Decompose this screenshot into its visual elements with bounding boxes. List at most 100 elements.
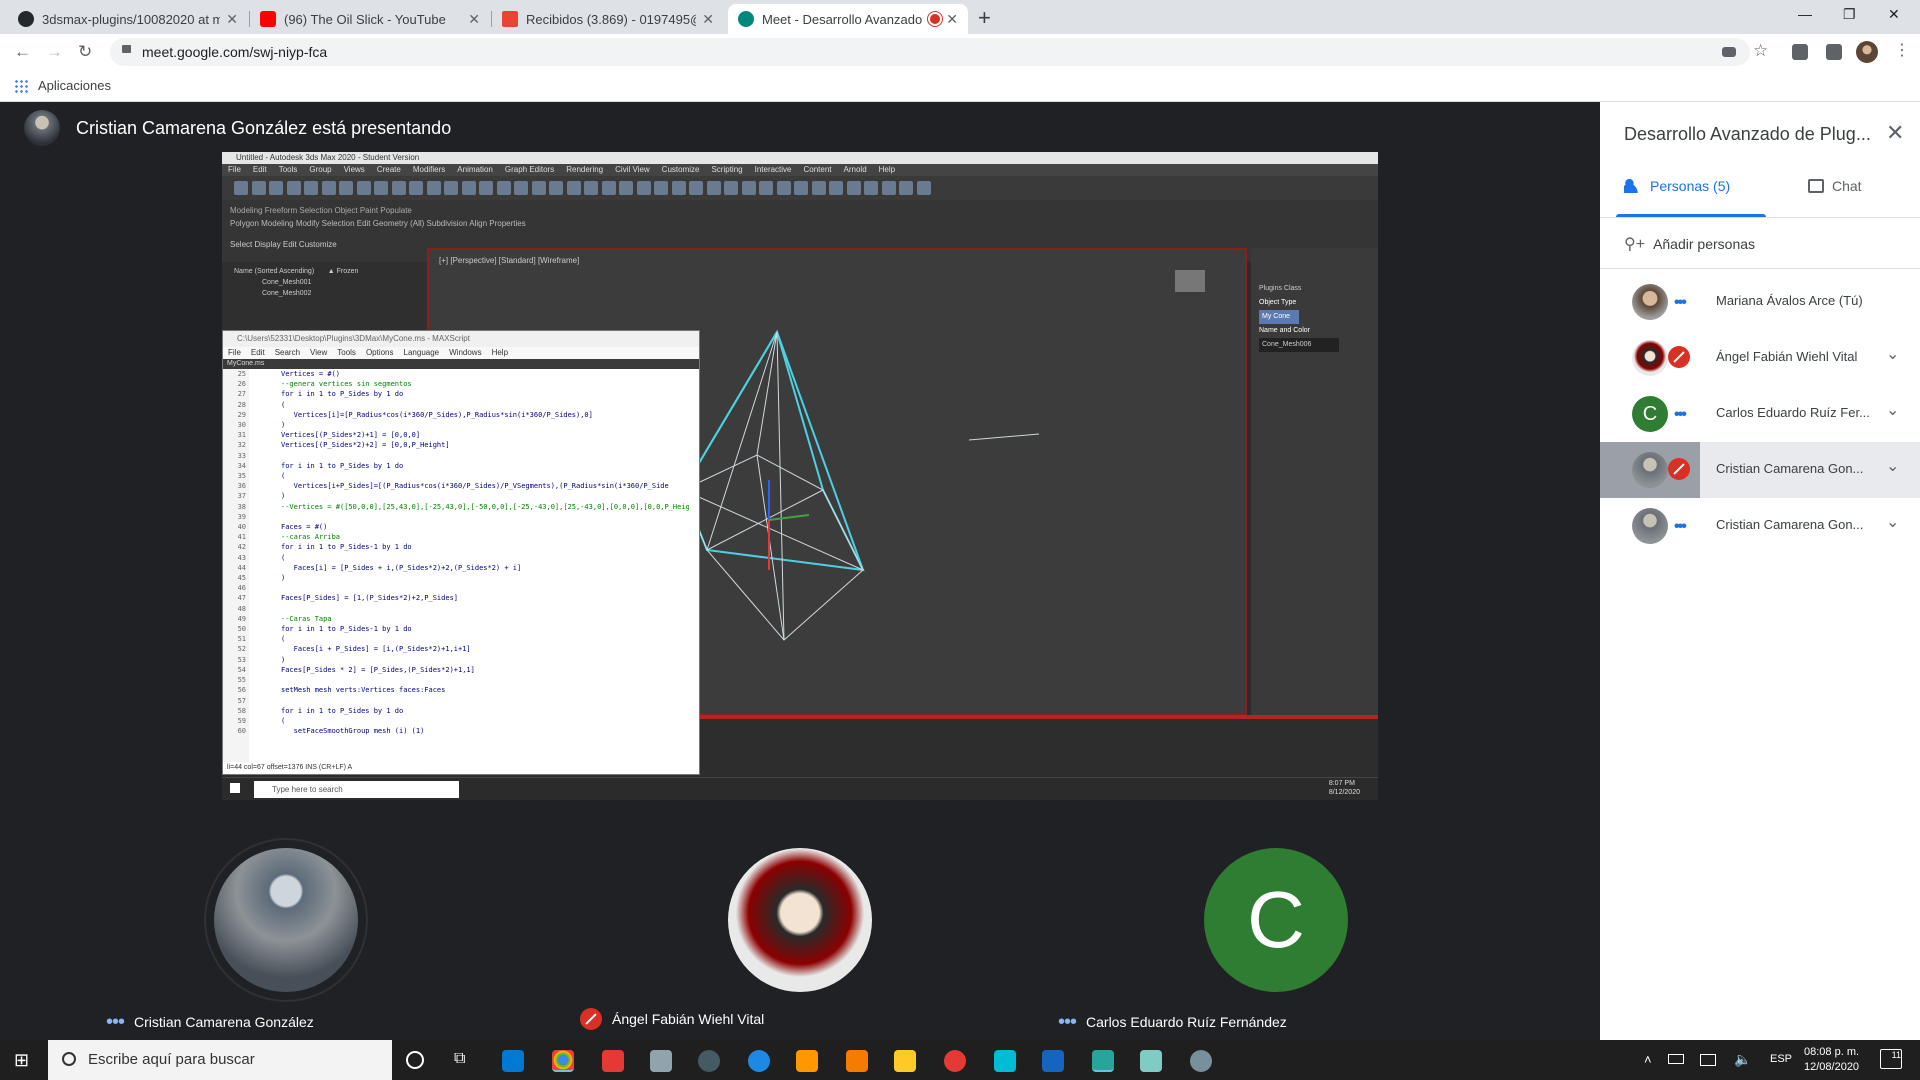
app-icon[interactable] xyxy=(650,1050,672,1072)
new-tab-button[interactable]: + xyxy=(978,5,991,31)
url-input[interactable]: meet.google.com/swj-niyp-fca xyxy=(110,38,1750,66)
app-icon[interactable] xyxy=(698,1050,720,1072)
add-people-button[interactable]: ⚲+ Añadir personas xyxy=(1624,234,1755,254)
3dsmax-app-icon[interactable] xyxy=(1092,1050,1114,1072)
apps-grid-icon[interactable] xyxy=(14,79,28,93)
max-toolbar-icon xyxy=(461,181,476,195)
participant-tile[interactable]: ••• Cristian Camarena González xyxy=(90,800,560,1038)
apps-bookmark[interactable]: Aplicaciones xyxy=(38,78,111,93)
powershell-icon[interactable] xyxy=(1042,1050,1064,1072)
edge-app-icon[interactable] xyxy=(748,1050,770,1072)
chrome-app-icon[interactable] xyxy=(944,1050,966,1072)
shared-screen[interactable]: Untitled - Autodesk 3ds Max 2020 - Stude… xyxy=(222,152,1378,800)
speaking-dots-icon: ••• xyxy=(1674,518,1687,535)
code-line: setMesh mesh verts:Vertices faces:Faces xyxy=(281,686,446,695)
inner-taskbar: Type here to search 8:07 PM 8/12/2020 xyxy=(222,777,1378,800)
max-toolbar-icon xyxy=(601,181,616,195)
chrome-app-icon[interactable] xyxy=(552,1050,574,1072)
notification-center-icon[interactable]: 11 xyxy=(1880,1049,1902,1069)
close-tab-icon[interactable]: ✕ xyxy=(702,11,714,28)
cortana-icon[interactable] xyxy=(406,1051,424,1069)
camera-icon[interactable] xyxy=(1722,47,1736,57)
max-toolbar-icon xyxy=(759,181,773,195)
extension-grid-icon[interactable] xyxy=(1792,44,1808,60)
back-icon[interactable]: ← xyxy=(14,42,31,62)
app-icon[interactable] xyxy=(994,1050,1016,1072)
windows-start-icon[interactable]: ⊞ xyxy=(14,1050,29,1071)
participant-name: Cristian Camarena Gon... xyxy=(1716,517,1864,532)
participant-row[interactable]: ••• Cristian Camarena Gon... ⌄ xyxy=(1600,498,1920,554)
network-icon[interactable] xyxy=(1700,1054,1716,1066)
max-toolbar-icon xyxy=(654,181,668,195)
tile-name: Ángel Fabián Wiehl Vital xyxy=(580,1008,764,1030)
max-menu-item: Civil View xyxy=(615,165,650,174)
participant-name: Ángel Fabián Wiehl Vital xyxy=(1716,349,1858,364)
maximize-button[interactable]: ❐ xyxy=(1843,6,1856,23)
close-window-button[interactable]: ✕ xyxy=(1888,6,1900,23)
code-line: Vertices[(P_Sides*2)+1] = [0,0,0] xyxy=(281,431,421,440)
taskbar-search-input[interactable]: Escribe aquí para buscar xyxy=(48,1040,392,1080)
bookmark-star-icon[interactable]: ☆ xyxy=(1753,41,1768,61)
profile-avatar[interactable] xyxy=(1856,41,1878,63)
tab-people[interactable]: Personas (5) xyxy=(1624,178,1730,194)
participant-row[interactable]: ••• Mariana Ávalos Arce (Tú) xyxy=(1600,274,1920,330)
chevron-down-icon[interactable]: ⌄ xyxy=(1886,400,1899,420)
max-toolbar-icon xyxy=(706,181,721,195)
recording-icon xyxy=(930,14,941,24)
close-tab-icon[interactable]: ✕ xyxy=(226,11,238,28)
volume-icon[interactable]: 🔈 xyxy=(1734,1051,1751,1068)
app-icon[interactable] xyxy=(602,1050,624,1072)
participant-tile[interactable]: Ángel Fabián Wiehl Vital xyxy=(564,800,1038,1038)
tile-name-text: Cristian Camarena González xyxy=(134,1014,314,1030)
battery-icon[interactable] xyxy=(1668,1054,1684,1064)
chevron-down-icon[interactable]: ⌄ xyxy=(1886,344,1899,364)
max-title: Untitled - Autodesk 3ds Max 2020 - Stude… xyxy=(236,153,420,162)
tray-chevron-icon[interactable]: ˄ xyxy=(1644,1052,1652,1067)
browser-tab-youtube[interactable]: (96) The Oil Slick - YouTube ✕ xyxy=(250,4,490,34)
language-indicator[interactable]: ESP xyxy=(1770,1053,1792,1065)
close-tab-icon[interactable]: ✕ xyxy=(946,11,958,28)
vlc-app-icon[interactable] xyxy=(796,1050,818,1072)
participant-row[interactable]: Cristian Camarena Gon... ⌄ xyxy=(1600,442,1920,498)
maxscript-editor: C:\Users\52331\Desktop\Plugins\3DMax\MyC… xyxy=(222,330,700,775)
browser-tab-github[interactable]: 3dsmax-plugins/10082020 at ma ✕ xyxy=(8,4,248,34)
max-toolbar-icon xyxy=(479,181,493,195)
reload-icon[interactable]: ↻ xyxy=(78,42,92,62)
puzzle-icon[interactable] xyxy=(1826,44,1842,60)
participant-row[interactable]: Ángel Fabián Wiehl Vital ⌄ xyxy=(1600,330,1920,386)
tab-chat[interactable]: Chat xyxy=(1808,178,1862,194)
browser-tab-meet[interactable]: Meet - Desarrollo Avanzado ✕ xyxy=(728,4,968,34)
mic-off-icon xyxy=(1668,458,1690,480)
app-icon[interactable] xyxy=(1140,1050,1162,1072)
maxscript-menu-item: Search xyxy=(274,348,301,357)
code-line: for i in 1 to P_Sides-1 by 1 do xyxy=(281,625,412,634)
participant-tile[interactable]: C ••• Carlos Eduardo Ruíz Fernández xyxy=(1042,800,1512,1038)
max-menu-item: Graph Editors xyxy=(504,165,555,174)
browser-tab-gmail[interactable]: Recibidos (3.869) - 0197495@up ✕ xyxy=(492,4,724,34)
chevron-down-icon[interactable]: ⌄ xyxy=(1886,456,1899,476)
windows-logo-icon xyxy=(230,783,240,793)
more-menu-icon[interactable]: ⋮ xyxy=(1894,40,1910,60)
close-panel-icon[interactable]: ✕ xyxy=(1886,120,1904,146)
code-line: for i in 1 to P_Sides-1 by 1 do xyxy=(281,543,412,552)
forward-icon[interactable]: → xyxy=(46,42,63,62)
file-explorer-icon[interactable] xyxy=(894,1050,916,1072)
task-view-icon[interactable]: ⧉ xyxy=(454,1050,465,1068)
mail-app-icon[interactable] xyxy=(502,1050,524,1072)
app-icon[interactable] xyxy=(1190,1050,1212,1072)
cmd-label: Plugins Class xyxy=(1259,285,1302,292)
minimize-button[interactable]: — xyxy=(1798,6,1812,22)
tile-name: ••• Carlos Eduardo Ruíz Fernández xyxy=(1058,1012,1287,1032)
sublime-app-icon[interactable] xyxy=(846,1050,868,1072)
lock-icon[interactable] xyxy=(122,45,131,53)
chevron-down-icon[interactable]: ⌄ xyxy=(1886,512,1899,532)
chat-icon xyxy=(1808,179,1824,193)
close-tab-icon[interactable]: ✕ xyxy=(468,11,480,28)
tile-name: ••• Cristian Camarena González xyxy=(106,1012,314,1032)
object-name-field: Cone_Mesh006 xyxy=(1259,338,1339,352)
max-menu-item: Content xyxy=(803,165,832,174)
participant-row[interactable]: C ••• Carlos Eduardo Ruíz Fer... ⌄ xyxy=(1600,386,1920,442)
browser-tab-strip: 3dsmax-plugins/10082020 at ma ✕ (96) The… xyxy=(0,0,1920,34)
taskbar-clock[interactable]: 08:08 p. m. 12/08/2020 xyxy=(1804,1045,1859,1075)
code-line: Vertices = #() xyxy=(281,370,341,378)
